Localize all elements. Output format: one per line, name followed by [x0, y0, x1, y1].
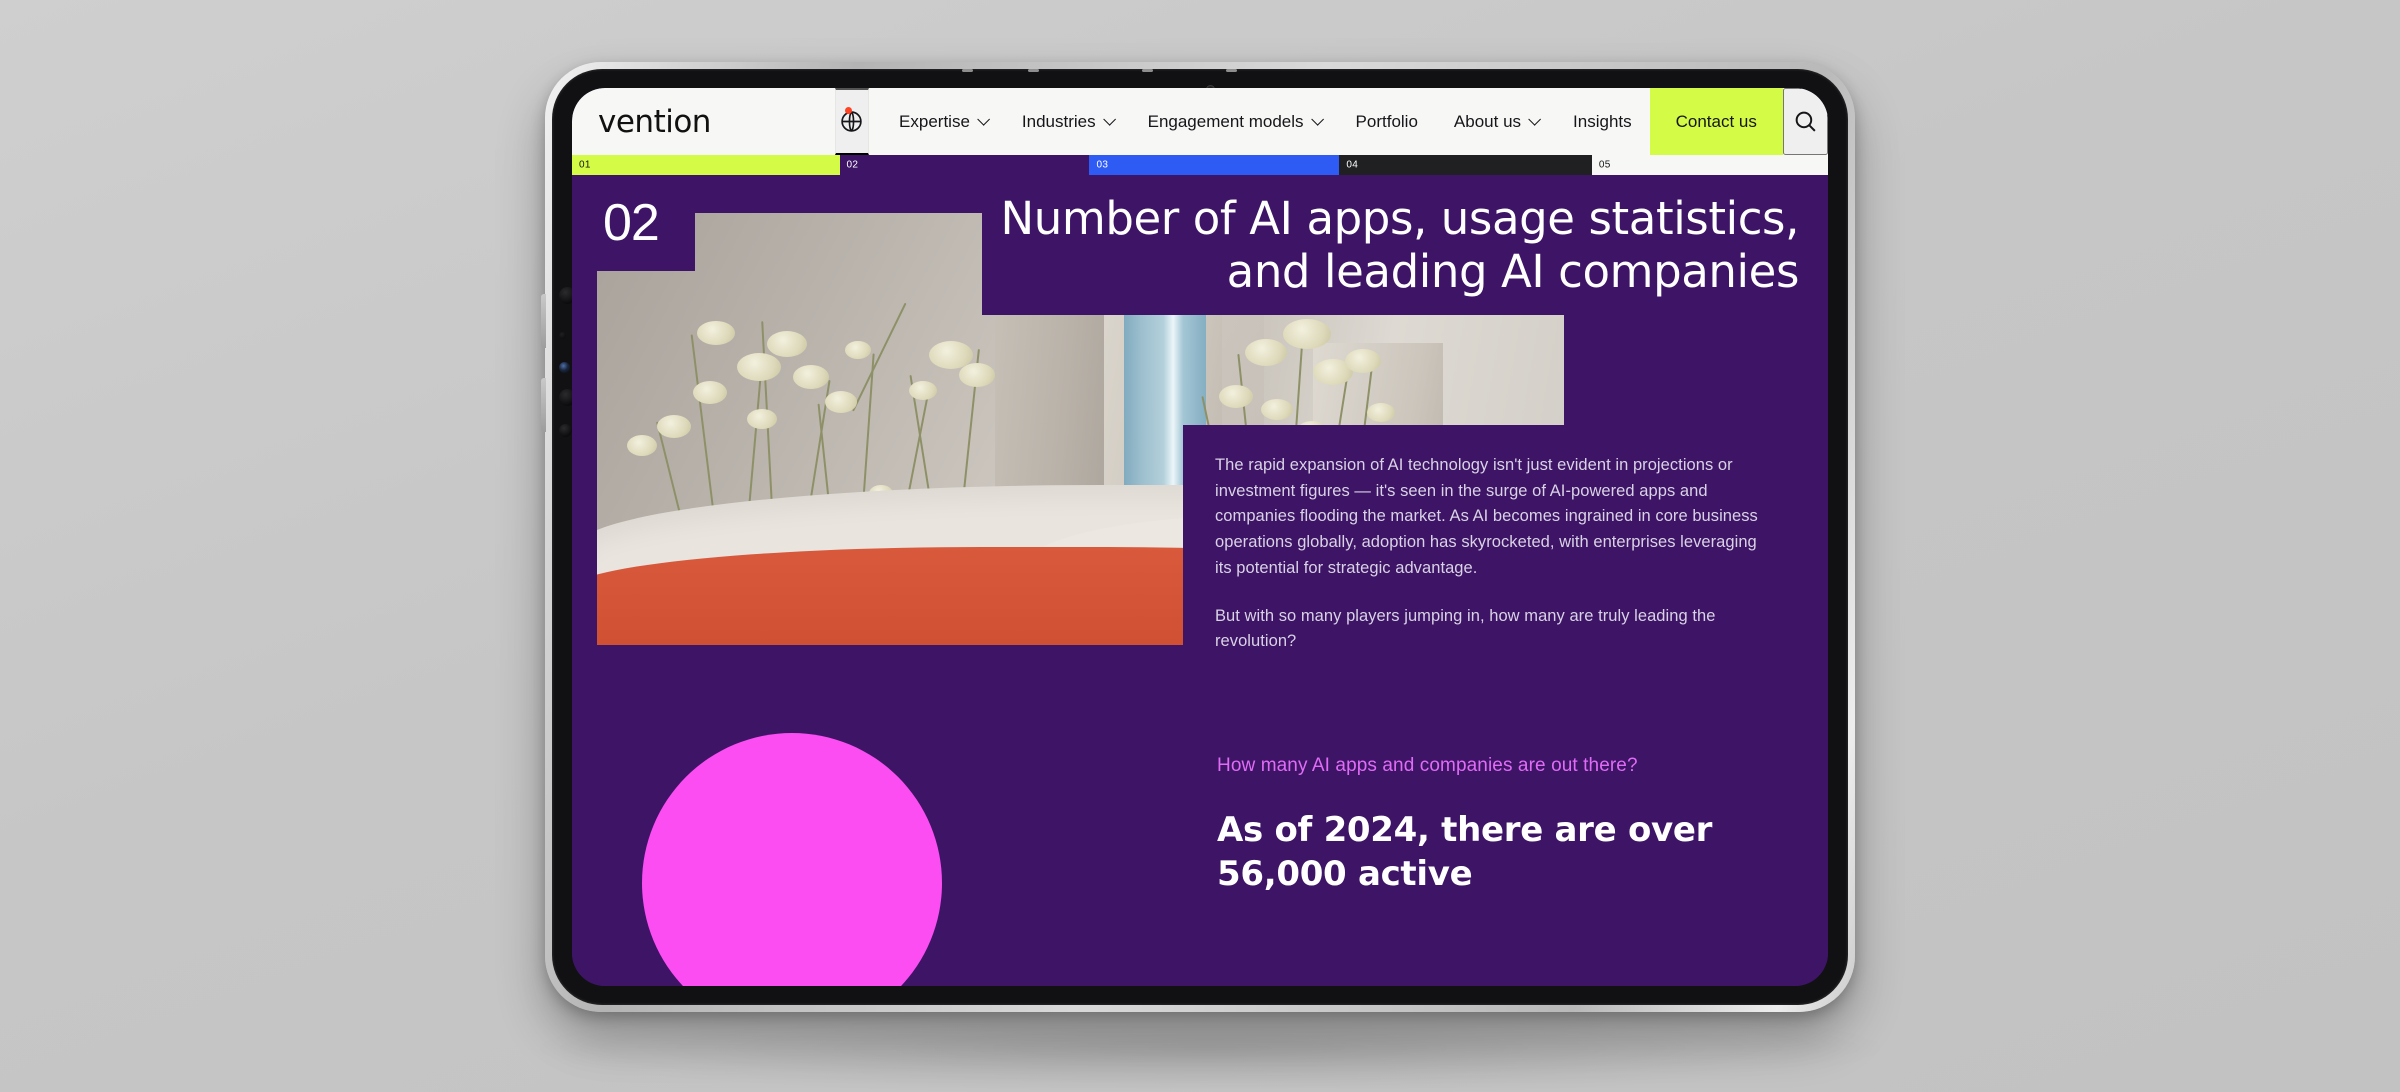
device-shadow	[520, 1020, 1900, 1090]
progress-segment-04[interactable]: 04	[1339, 155, 1592, 175]
camera-lens-icon	[559, 362, 570, 373]
nav-item-portfolio[interactable]: Portfolio	[1338, 88, 1436, 155]
intro-paragraph-1: The rapid expansion of AI technology isn…	[1215, 455, 1758, 577]
progress-number: 01	[579, 159, 591, 171]
section-progress-bar: 01 02 03 04 05	[572, 155, 1828, 175]
nav-item-engagement-models[interactable]: Engagement models	[1130, 88, 1338, 155]
nav-label: About us	[1453, 111, 1522, 131]
chevron-down-icon	[1102, 113, 1116, 126]
vention-logo[interactable]: vention	[598, 104, 711, 140]
progress-segment-03[interactable]: 03	[1089, 155, 1340, 175]
nav-item-insights[interactable]: Insights	[1555, 88, 1650, 155]
progress-number: 05	[1598, 159, 1611, 171]
magenta-circle-decoration	[642, 733, 942, 986]
tablet-device: vention Expertise Industries Engagement …	[541, 62, 1855, 1012]
globe-icon	[841, 111, 863, 132]
speaker-hole	[559, 424, 572, 437]
progress-segment-02[interactable]: 02	[839, 155, 1090, 175]
nav-item-about-us[interactable]: About us	[1436, 88, 1555, 155]
contact-us-button[interactable]: Contact us	[1649, 88, 1783, 155]
nav-label: Engagement models	[1147, 111, 1304, 131]
progress-number: 02	[846, 159, 859, 171]
sensor-dot	[559, 332, 566, 339]
chevron-down-icon	[1310, 113, 1324, 126]
page-content: 02 Number of AI apps, usage statistics, …	[572, 175, 1828, 986]
nav-label: Insights	[1573, 111, 1632, 131]
hero-title-line-1: Number of AI apps, usage statistics,	[1000, 191, 1800, 245]
nav-item-expertise[interactable]: Expertise	[881, 88, 1004, 155]
nav-label: Portfolio	[1355, 111, 1418, 131]
stats-text-block: How many AI apps and companies are out t…	[1217, 755, 1798, 896]
stats-headline: As of 2024, there are over 56,000 active	[1217, 810, 1713, 894]
screenshot-stage: vention Expertise Industries Engagement …	[0, 0, 2400, 1092]
tablet-bezel: vention Expertise Industries Engagement …	[552, 69, 1848, 1005]
notification-dot-icon	[845, 107, 853, 114]
page-title: Number of AI apps, usage statistics, and…	[1000, 191, 1800, 298]
volume-button[interactable]	[541, 294, 546, 348]
antenna-marks	[962, 69, 1452, 73]
progress-number: 04	[1346, 159, 1359, 171]
power-button[interactable]	[541, 378, 546, 432]
hero-section: 02 Number of AI apps, usage statistics, …	[572, 175, 1828, 685]
hero-title-line-2: and leading AI companies	[1226, 245, 1800, 298]
nav-label: Industries	[1021, 111, 1096, 131]
main-navigation: Expertise Industries Engagement models P…	[881, 88, 1650, 155]
section-number: 02	[597, 175, 695, 271]
chevron-down-icon	[977, 113, 990, 126]
search-icon	[1795, 111, 1816, 132]
nav-label: Expertise	[899, 111, 970, 131]
chevron-down-icon	[1528, 113, 1542, 126]
progress-segment-01[interactable]: 01	[572, 155, 840, 175]
search-button[interactable]	[1782, 88, 1828, 155]
nav-item-industries[interactable]: Industries	[1004, 88, 1130, 155]
progress-segment-05[interactable]: 05	[1591, 155, 1828, 175]
hero-title-block: Number of AI apps, usage statistics, and…	[982, 175, 1803, 315]
language-selector-button[interactable]	[834, 88, 870, 155]
stats-section: How many AI apps and companies are out t…	[572, 645, 1828, 986]
progress-number: 03	[1096, 159, 1109, 171]
site-header: vention Expertise Industries Engagement …	[572, 88, 1828, 155]
tablet-screen: vention Expertise Industries Engagement …	[572, 88, 1828, 986]
stats-kicker: How many AI apps and companies are out t…	[1217, 755, 1638, 776]
